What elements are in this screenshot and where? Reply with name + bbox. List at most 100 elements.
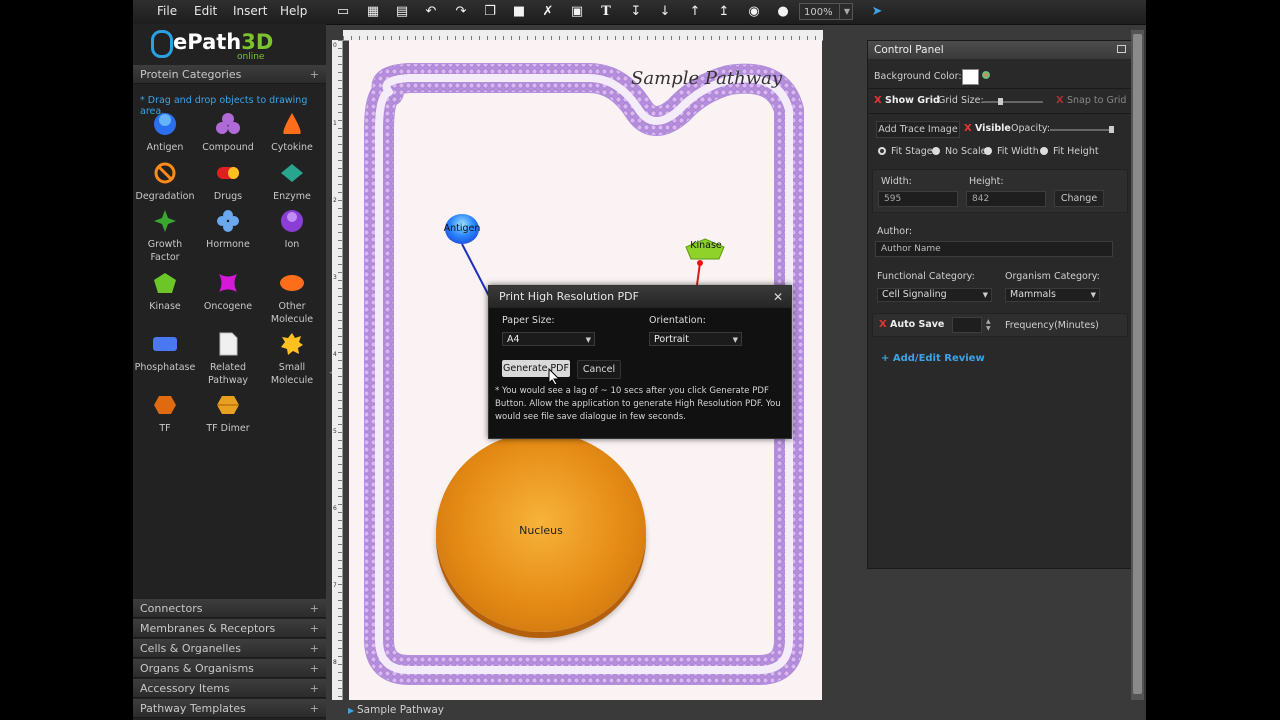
show-grid-label[interactable]: Show Grid <box>885 95 940 106</box>
category-header-accessory[interactable]: Accessory Items + <box>133 679 326 698</box>
palette-item-tf[interactable]: TF <box>133 393 197 435</box>
fit-width-label[interactable]: Fit Width <box>997 146 1039 157</box>
palette-item-compound[interactable]: Compound <box>196 112 260 154</box>
auto-save-label[interactable]: Auto Save <box>890 319 944 330</box>
palette-item-kinase[interactable]: Kinase <box>133 271 197 313</box>
palette-item-cytokine[interactable]: Cytokine <box>260 112 324 154</box>
palette-item-related-pathway[interactable]: Related Pathway <box>196 332 260 387</box>
nucleus-node[interactable]: Nucleus <box>436 432 646 632</box>
radio-fit-width[interactable] <box>984 147 992 155</box>
palette-item-label: Drugs <box>213 191 243 202</box>
add-edit-review-link[interactable]: + Add/Edit Review <box>881 353 985 364</box>
close-icon[interactable]: ✕ <box>773 286 783 308</box>
scrollbar-thumb[interactable] <box>1133 34 1142 694</box>
visible-toggle-icon[interactable]: X <box>964 123 972 134</box>
palette-item-hormone[interactable]: Hormone <box>196 209 260 251</box>
exit-icon[interactable]: ➤ <box>868 3 886 21</box>
paste-icon[interactable]: ■ <box>510 3 528 21</box>
chevron-down-icon[interactable]: ▼ <box>839 3 854 20</box>
palette-item-oncogene[interactable]: Oncogene <box>196 271 260 313</box>
palette-item-degradation[interactable]: Degradation <box>133 161 197 203</box>
grid-size-slider[interactable] <box>983 101 1043 103</box>
palette-item-label: Small Molecule <box>270 362 314 386</box>
antigen-node-label: Antigen <box>443 223 481 234</box>
copy-icon[interactable]: ❐ <box>481 3 499 21</box>
orientation-select[interactable]: Portrait ▼ <box>649 332 742 346</box>
bring-to-front-icon[interactable]: ↥ <box>715 3 733 21</box>
height-field[interactable]: 842 <box>966 191 1046 207</box>
palette-item-drugs[interactable]: Drugs <box>196 161 260 203</box>
background-color-swatch[interactable] <box>962 69 979 85</box>
open-folder-icon[interactable]: ▦ <box>364 3 382 21</box>
minimize-icon[interactable] <box>1117 45 1126 53</box>
grid-size-slider-knob[interactable] <box>998 98 1003 105</box>
connector-line[interactable] <box>696 262 701 286</box>
send-backward-icon[interactable]: ↧ <box>627 3 645 21</box>
functional-category-select[interactable]: Cell Signaling ▼ <box>877 288 992 302</box>
no-scale-label[interactable]: No Scale <box>945 146 987 157</box>
bring-forward-icon[interactable]: ↑ <box>686 3 704 21</box>
preview-eye-icon[interactable]: ◉ <box>745 3 763 21</box>
fit-height-label[interactable]: Fit Height <box>1053 146 1099 157</box>
page-tab[interactable]: Sample Pathway <box>357 704 444 716</box>
paper-size-select[interactable]: A4 ▼ <box>502 332 595 346</box>
undo-icon[interactable]: ↶ <box>422 3 440 21</box>
show-grid-toggle-icon[interactable]: X <box>874 95 882 106</box>
new-file-icon[interactable]: ▭ <box>334 3 352 21</box>
connector-line[interactable] <box>461 243 490 297</box>
menu-help[interactable]: Help <box>280 4 307 18</box>
snap-toggle-icon[interactable]: X <box>1056 95 1064 106</box>
pathway-title[interactable]: Sample Pathway <box>631 68 782 89</box>
palette-item-ion[interactable]: Ion <box>260 209 324 251</box>
move-down-icon[interactable]: ↓ <box>656 3 674 21</box>
connector-endpoint[interactable] <box>697 260 703 266</box>
category-header-protein[interactable]: Protein Categories + <box>133 65 326 84</box>
radio-no-scale[interactable] <box>932 147 940 155</box>
radio-fit-height[interactable] <box>1040 147 1048 155</box>
palette-item-phosphatase[interactable]: Phosphatase <box>133 332 197 374</box>
autosave-frequency-field[interactable] <box>952 317 982 333</box>
palette-item-small-molecule[interactable]: Small Molecule <box>260 332 324 387</box>
palette-item-other-molecule[interactable]: Other Molecule <box>260 271 324 326</box>
stepper-icon[interactable]: ▲ ▼ <box>986 318 991 332</box>
menu-edit[interactable]: Edit <box>194 4 217 18</box>
author-field[interactable]: Author Name <box>875 241 1113 257</box>
redo-icon[interactable]: ↷ <box>452 3 470 21</box>
category-header-membranes[interactable]: Membranes & Receptors + <box>133 619 326 638</box>
snap-to-grid-label[interactable]: Snap to Grid <box>1067 95 1126 106</box>
palette-item-tf-dimer[interactable]: TF Dimer <box>196 393 260 435</box>
palette-item-growth-factor[interactable]: Growth Factor <box>133 209 197 264</box>
category-header-organs[interactable]: Organs & Organisms + <box>133 659 326 678</box>
cancel-button[interactable]: Cancel <box>577 360 621 379</box>
users-icon[interactable]: ● <box>774 3 792 21</box>
autosave-toggle-icon[interactable]: X <box>879 319 887 330</box>
image-icon[interactable]: ▣ <box>568 3 586 21</box>
visible-label[interactable]: Visible <box>975 123 1011 134</box>
palette-item-label: Hormone <box>206 239 250 250</box>
page-arrow-icon: ▶ <box>348 706 355 715</box>
cut-icon[interactable]: ✗ <box>539 3 557 21</box>
add-trace-image-button[interactable]: Add Trace Image <box>876 121 960 138</box>
width-field[interactable]: 595 <box>878 191 958 207</box>
fit-stage-label[interactable]: Fit Stage <box>891 146 933 157</box>
organism-category-select[interactable]: Mammals ▼ <box>1005 288 1100 302</box>
tf-dimer-icon <box>217 396 239 414</box>
opacity-slider-knob[interactable] <box>1109 126 1114 133</box>
palette-item-antigen[interactable]: Antigen <box>133 112 197 154</box>
hormone-icon <box>217 210 239 232</box>
category-header-cells[interactable]: Cells & Organelles + <box>133 639 326 658</box>
category-header-templates[interactable]: Pathway Templates + <box>133 699 326 718</box>
color-picker-icon[interactable] <box>982 71 990 79</box>
degradation-icon <box>154 162 176 184</box>
change-button[interactable]: Change <box>1054 190 1104 207</box>
opacity-slider[interactable] <box>1050 129 1114 131</box>
radio-fit-stage[interactable] <box>878 147 886 155</box>
save-icon[interactable]: ▤ <box>393 3 411 21</box>
right-scrollbar[interactable] <box>1131 30 1144 700</box>
text-icon[interactable]: T <box>597 3 615 21</box>
category-header-connectors[interactable]: Connectors + <box>133 599 326 618</box>
palette-item-label: Ion <box>284 239 300 250</box>
menu-file[interactable]: File <box>157 4 177 18</box>
palette-item-enzyme[interactable]: Enzyme <box>260 161 324 203</box>
menu-insert[interactable]: Insert <box>233 4 267 18</box>
